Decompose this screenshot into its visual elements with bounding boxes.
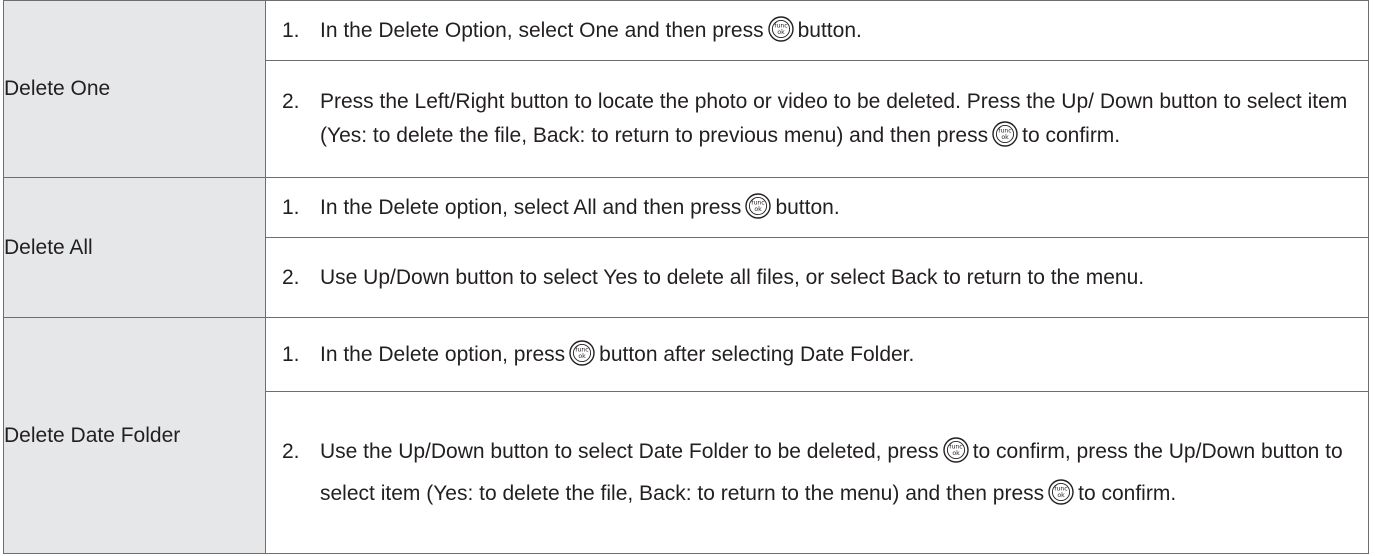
table-row: Delete One 1. In the Delete Option, sele… (3, 0, 1369, 178)
func-ok-button-graphic: funcok (1048, 479, 1074, 505)
func-ok-button-graphic: funcok (745, 193, 772, 219)
icon-bottom-text: ok (952, 450, 960, 457)
step-cell: 1. In the Delete option, press func ok butt… (265, 317, 1369, 392)
step-text: Use the Up/Down button to select Date Fo… (320, 431, 1368, 515)
func-ok-button-graphic: funcok (942, 437, 969, 463)
step-cell: 1. In the Delete option, select All and … (265, 177, 1369, 238)
func-ok-button-graphic: funcok (992, 121, 1018, 148)
icon-bottom-text: ok (755, 206, 763, 213)
delete-options-table: Delete One 1. In the Delete Option, sele… (3, 0, 1369, 554)
func-ok-button-graphic: funcok (767, 16, 794, 42)
icon-bottom-text: ok (1001, 135, 1009, 142)
step-number: 2. (282, 265, 300, 289)
table-row: Delete All 1. In the Delete option, sele… (3, 177, 1369, 318)
step-text: Press the Left/Right button to locate th… (320, 90, 1348, 148)
row-label-delete-one: Delete One (3, 0, 266, 178)
func-ok-button-icon: func ok (942, 437, 969, 463)
step-number: 1. (282, 342, 300, 366)
step-number: 2. (282, 90, 300, 113)
step-text: In the Delete Option, select One and the… (320, 14, 1368, 48)
step-cell: 1. In the Delete Option, select One and … (265, 0, 1369, 61)
icon-bottom-text: ok (777, 29, 785, 36)
row-label-delete-date-folder: Delete Date Folder (3, 317, 266, 554)
func-ok-button-icon: func ok (745, 193, 772, 219)
step-text: In the Delete option, select All and the… (320, 191, 1368, 225)
step-cell: 2. Use the Up/Down button to select Date… (265, 391, 1369, 554)
func-ok-button-icon: func ok (1048, 479, 1074, 505)
row-label-delete-all: Delete All (3, 177, 266, 318)
icon-bottom-text: ok (578, 353, 586, 360)
step-text: Use Up/Down button to select Yes to dele… (320, 265, 1145, 289)
step-cell: 2. Press the Left/Right button to locate… (265, 60, 1369, 178)
step-number: 1. (282, 18, 300, 42)
step-number: 1. (282, 195, 300, 219)
func-ok-button-icon: func ok (767, 16, 794, 42)
func-ok-button-icon: func ok (992, 121, 1018, 148)
func-ok-button-graphic: funcok (569, 340, 595, 366)
step-text: In the Delete option, press func ok button … (320, 338, 1368, 372)
table-row: Delete Date Folder 1. In the Delete opti… (3, 317, 1369, 554)
icon-bottom-text: ok (1057, 492, 1065, 499)
step-cell: 2. Use Up/Down button to select Yes to d… (265, 237, 1369, 318)
func-ok-button-icon: func ok (569, 340, 595, 366)
step-number: 2. (282, 439, 300, 463)
